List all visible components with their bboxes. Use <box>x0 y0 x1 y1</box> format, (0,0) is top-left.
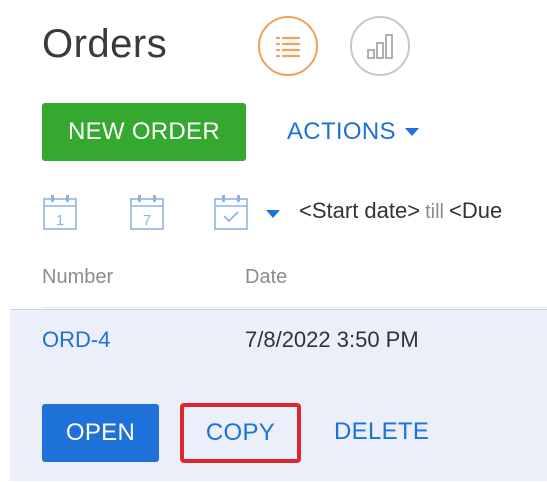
order-date: 7/8/2022 3:50 PM <box>245 327 419 352</box>
list-view-button[interactable] <box>258 16 318 76</box>
period-due: <Due <box>448 198 503 223</box>
custom-period-button[interactable] <box>213 193 249 231</box>
chevron-down-icon <box>404 128 419 136</box>
period-filter[interactable]: <Start date> till <Due <box>299 198 502 224</box>
svg-text:7: 7 <box>143 212 151 229</box>
svg-text:1: 1 <box>56 212 64 229</box>
period-till: till <box>425 201 444 223</box>
header-divider <box>42 307 547 308</box>
copy-button[interactable]: COPY <box>180 403 301 463</box>
actions-menu-button[interactable]: ACTIONS <box>287 110 419 154</box>
period-start: <Start date> <box>299 198 421 223</box>
column-header-date[interactable]: Date <box>245 266 287 289</box>
order-number-link[interactable]: ORD-4 <box>42 327 110 353</box>
calendar-day-icon: 1 <box>43 195 77 230</box>
delete-button[interactable]: DELETE <box>334 418 429 446</box>
actions-label: ACTIONS <box>287 118 396 145</box>
calendar-week-icon: 7 <box>130 195 164 230</box>
column-header-number[interactable]: Number <box>42 266 113 289</box>
week-filter-button[interactable]: 7 <box>129 193 165 231</box>
list-icon <box>275 36 301 58</box>
period-dropdown-icon[interactable] <box>266 210 280 218</box>
page-title: Orders <box>42 22 168 66</box>
bar-chart-icon <box>367 34 393 59</box>
day-filter-button[interactable]: 1 <box>42 193 78 231</box>
open-button[interactable]: OPEN <box>42 404 159 462</box>
chart-view-button[interactable] <box>350 16 410 76</box>
calendar-check-icon <box>214 195 248 230</box>
new-order-button[interactable]: NEW ORDER <box>42 103 246 161</box>
